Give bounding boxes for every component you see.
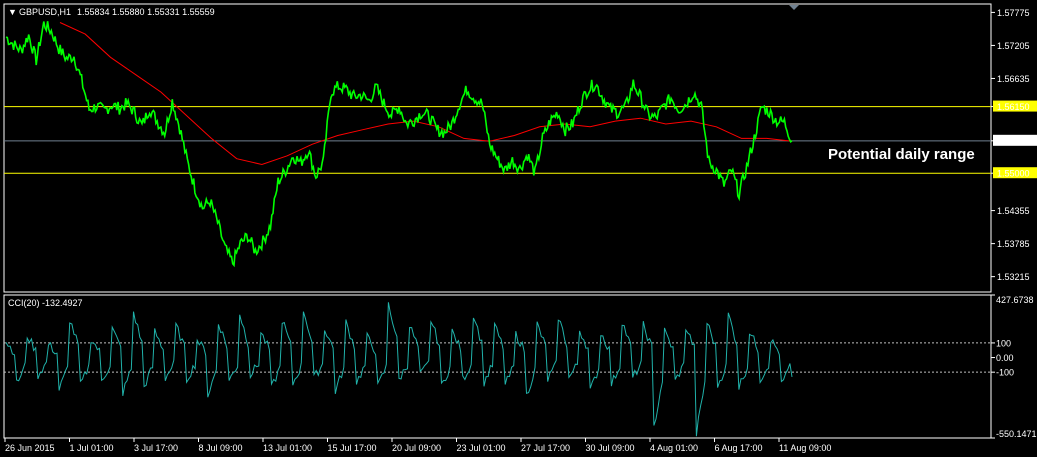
time-tick-label: 6 Aug 17:00 xyxy=(715,443,763,453)
time-tick-label: 27 Jul 17:00 xyxy=(521,443,570,453)
price-tick-label: 1.53785 xyxy=(997,239,1030,249)
chart-symbol: GBPUSD,H1 xyxy=(19,7,71,17)
price-tick-label: 1.55559 xyxy=(997,136,1030,146)
time-tick-label: 13 Jul 01:00 xyxy=(263,443,312,453)
time-tick-label: 23 Jul 01:00 xyxy=(457,443,506,453)
price-tick-label: 1.53215 xyxy=(997,272,1030,282)
range-annotation: Potential daily range xyxy=(828,146,975,163)
chart-ohlc: 1.55834 1.55880 1.55331 1.55559 xyxy=(77,7,215,17)
price-tick-label: 1.56150 xyxy=(997,102,1030,112)
price-tick-label: 1.57205 xyxy=(997,41,1030,51)
trading-chart[interactable]: 1.57775 1.57205 1.56635 1.56150 1.55559 1.550… xyxy=(0,0,1037,457)
price-tick-label: 1.54355 xyxy=(997,206,1030,216)
time-tick-label: 11 Aug 09:00 xyxy=(779,443,831,453)
time-tick-label: 20 Jul 09:00 xyxy=(392,443,441,453)
cci-tick-label: 100 xyxy=(996,338,1011,348)
price-tick-label: 1.57775 xyxy=(997,8,1030,18)
cci-tick-label: -100 xyxy=(996,368,1014,378)
price-tick-label: 1.56635 xyxy=(997,74,1030,84)
time-tick-label: 4 Aug 01:00 xyxy=(650,443,698,453)
chart-background xyxy=(0,0,1037,457)
time-tick-label: 30 Jul 09:00 xyxy=(586,443,635,453)
cci-title: CCI(20) -132.4927 xyxy=(8,298,83,308)
cci-tick-label: -550.1471 xyxy=(996,429,1037,439)
time-tick-label: 15 Jul 17:00 xyxy=(328,443,377,453)
cci-tick-label: 427.6738 xyxy=(996,295,1034,305)
price-tick-label: 1.55000 xyxy=(997,169,1030,179)
time-tick-label: 3 Jul 17:00 xyxy=(134,443,178,453)
time-tick-label: 8 Jul 09:00 xyxy=(199,443,243,453)
time-tick-label: 1 Jul 01:00 xyxy=(70,443,114,453)
time-tick-label: 26 Jun 2015 xyxy=(5,443,55,453)
chart-header-arrow-icon[interactable]: ▼ xyxy=(8,7,17,17)
cci-tick-label: 0.00 xyxy=(996,353,1014,363)
